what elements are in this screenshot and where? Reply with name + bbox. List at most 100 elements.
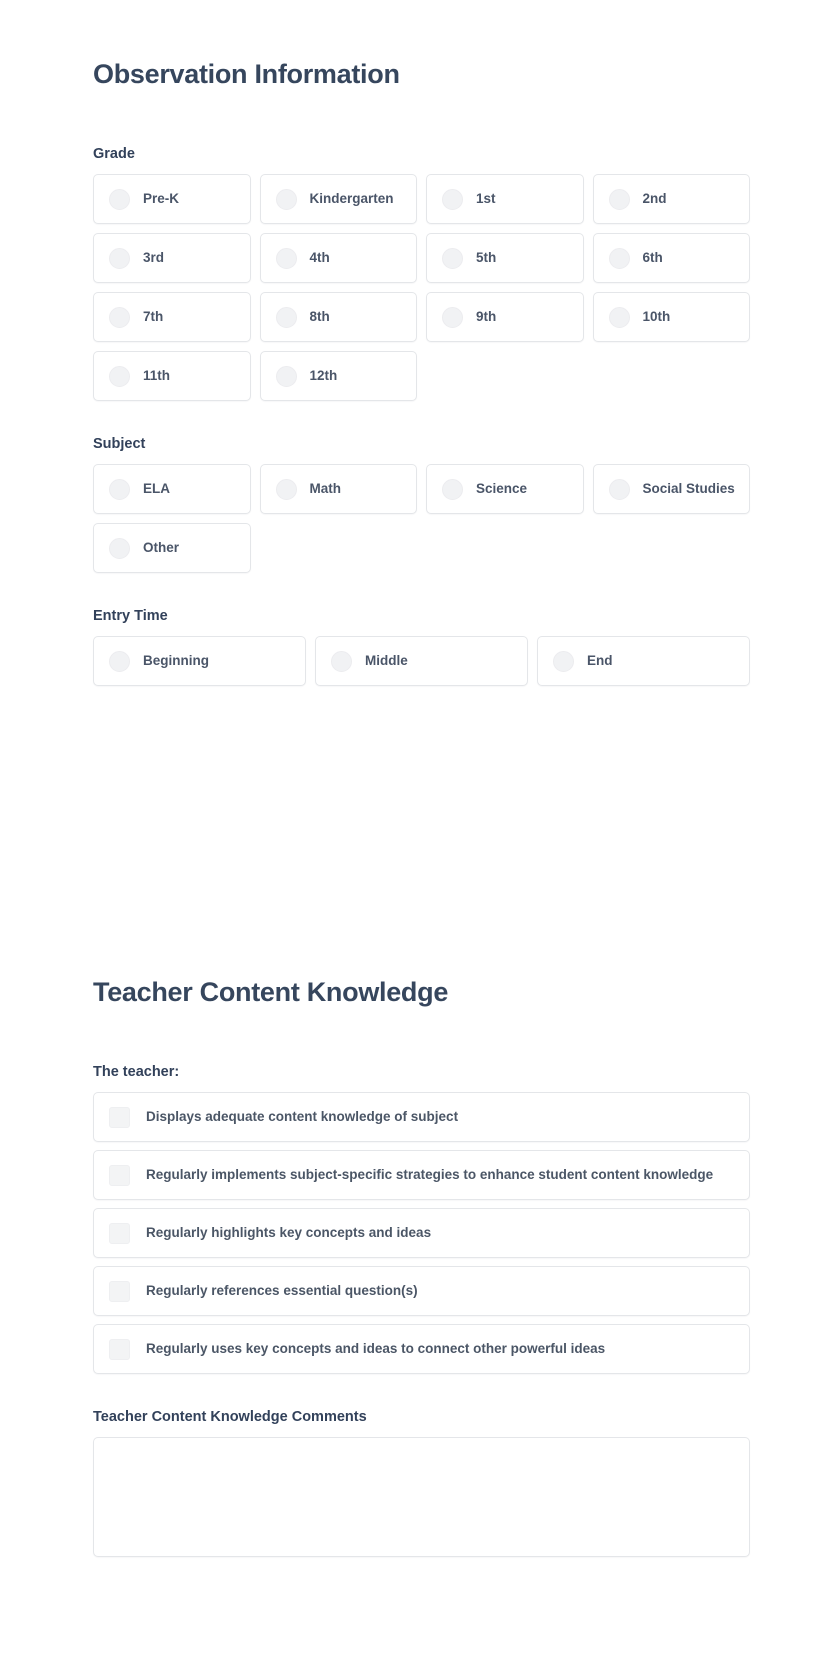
grade-option-1st[interactable]: 1st xyxy=(426,174,584,225)
checklist-item-highlights-key-concepts[interactable]: Regularly highlights key concepts and id… xyxy=(93,1208,750,1259)
checklist-item-label: Displays adequate content knowledge of s… xyxy=(146,1109,459,1125)
radio-icon xyxy=(442,307,463,329)
grade-option-3rd[interactable]: 3rd xyxy=(93,233,251,284)
entry-time-label: Entry Time xyxy=(93,608,168,625)
checklist-item-label: Regularly highlights key concepts and id… xyxy=(146,1225,432,1241)
option-label: ELA xyxy=(143,481,170,497)
option-label: Pre-K xyxy=(143,191,180,207)
checkbox-icon xyxy=(109,1339,130,1361)
grade-option-kindergarten[interactable]: Kindergarten xyxy=(259,174,417,225)
radio-icon xyxy=(109,248,130,270)
grade-option-11th[interactable]: 11th xyxy=(93,351,251,402)
grade-label: Grade xyxy=(93,146,135,163)
option-label: 8th xyxy=(309,309,330,325)
option-label: 5th xyxy=(476,250,497,266)
checklist-item-references-essential-questions[interactable]: Regularly references essential question(… xyxy=(93,1266,750,1317)
option-label: Middle xyxy=(365,652,408,668)
grade-option-pre-k[interactable]: Pre-K xyxy=(93,174,251,225)
comments-spacer xyxy=(93,1374,750,1408)
option-label: 4th xyxy=(309,250,330,266)
teacher-checklist: Displays adequate content knowledge of s… xyxy=(93,1092,750,1375)
option-label: 2nd xyxy=(642,191,667,207)
entry-time-option-end[interactable]: End xyxy=(537,635,750,686)
option-label: End xyxy=(587,652,613,668)
grade-option-4th[interactable]: 4th xyxy=(259,233,417,284)
radio-icon xyxy=(442,479,463,501)
radio-icon xyxy=(442,248,463,270)
radio-icon xyxy=(331,650,352,672)
option-label: 1st xyxy=(476,191,496,207)
radio-icon xyxy=(608,189,630,211)
option-label: 11th xyxy=(143,368,171,384)
top-spacer xyxy=(93,0,750,58)
grade-option-9th[interactable]: 9th xyxy=(426,292,584,343)
entry-time-option-beginning[interactable]: Beginning xyxy=(93,635,306,686)
subject-options: ELA Math Science Social Studies Other xyxy=(93,464,750,574)
radio-icon xyxy=(109,307,130,329)
checklist-item-label: Regularly references essential question(… xyxy=(146,1283,418,1299)
form-page: Observation Information Grade Pre-K Kind… xyxy=(0,0,840,1562)
radio-icon xyxy=(442,189,463,211)
checkbox-icon xyxy=(109,1223,130,1245)
option-label: 9th xyxy=(476,309,497,325)
field-group-grade: Grade Pre-K Kindergarten 1st 2nd 3rd 4th… xyxy=(93,145,750,402)
grade-option-8th[interactable]: 8th xyxy=(259,292,417,343)
radio-icon xyxy=(608,307,630,329)
radio-icon xyxy=(109,538,130,560)
section-title-teacher-content-knowledge: Teacher Content Knowledge xyxy=(93,976,449,1007)
entry-time-option-middle[interactable]: Middle xyxy=(315,635,528,686)
radio-icon xyxy=(109,650,130,672)
section2-title-spacer xyxy=(93,1008,750,1063)
field-group-subject: Subject ELA Math Science Social Studies … xyxy=(93,435,750,574)
radio-icon xyxy=(275,479,297,501)
option-label: 10th xyxy=(642,309,671,325)
option-label: 3rd xyxy=(143,250,165,266)
title-spacer xyxy=(93,90,750,145)
grade-option-5th[interactable]: 5th xyxy=(426,233,584,284)
grade-options: Pre-K Kindergarten 1st 2nd 3rd 4th 5th 6… xyxy=(93,174,750,402)
subject-option-math[interactable]: Math xyxy=(259,464,417,515)
radio-icon xyxy=(109,189,130,211)
radio-icon xyxy=(608,248,630,270)
subject-option-science[interactable]: Science xyxy=(426,464,584,515)
option-label: Kindergarten xyxy=(309,191,394,207)
subject-label: Subject xyxy=(93,436,146,453)
option-label: Science xyxy=(476,481,528,497)
page-title: Observation Information xyxy=(93,59,400,89)
checklist-item-subject-specific-strategies[interactable]: Regularly implements subject-specific st… xyxy=(93,1150,750,1201)
grade-option-12th[interactable]: 12th xyxy=(259,351,417,402)
option-label: Social Studies xyxy=(642,481,735,497)
option-label: Beginning xyxy=(143,652,209,668)
option-label: 7th xyxy=(143,309,164,325)
subject-option-other[interactable]: Other xyxy=(93,523,251,574)
option-label: Other xyxy=(143,540,180,556)
option-label: 12th xyxy=(309,368,338,384)
option-label: 6th xyxy=(642,250,663,266)
subject-option-social-studies[interactable]: Social Studies xyxy=(592,464,750,515)
radio-icon xyxy=(109,366,130,388)
checkbox-icon xyxy=(109,1165,130,1187)
field-group-entry-time: Entry Time Beginning Middle End xyxy=(93,607,750,686)
radio-icon xyxy=(553,650,574,672)
checkbox-icon xyxy=(109,1281,130,1303)
radio-icon xyxy=(275,189,297,211)
grade-option-10th[interactable]: 10th xyxy=(592,292,750,343)
grade-option-7th[interactable]: 7th xyxy=(93,292,251,343)
radio-icon xyxy=(275,366,297,388)
radio-icon xyxy=(608,479,630,501)
radio-icon xyxy=(275,307,297,329)
checklist-item-connect-powerful-ideas[interactable]: Regularly uses key concepts and ideas to… xyxy=(93,1324,750,1375)
option-label: Math xyxy=(309,481,342,497)
checkbox-icon xyxy=(109,1107,130,1129)
radio-icon xyxy=(109,479,130,501)
entry-time-options: Beginning Middle End xyxy=(93,635,750,686)
checklist-item-displays-adequate-content-knowledge[interactable]: Displays adequate content knowledge of s… xyxy=(93,1092,750,1143)
radio-icon xyxy=(275,248,297,270)
grade-option-6th[interactable]: 6th xyxy=(592,233,750,284)
checklist-item-label: Regularly uses key concepts and ideas to… xyxy=(146,1341,606,1357)
subject-option-ela[interactable]: ELA xyxy=(93,464,251,515)
teacher-content-knowledge-comments-input[interactable] xyxy=(93,1437,750,1557)
comments-label: Teacher Content Knowledge Comments xyxy=(93,1409,367,1426)
grade-option-2nd[interactable]: 2nd xyxy=(592,174,750,225)
